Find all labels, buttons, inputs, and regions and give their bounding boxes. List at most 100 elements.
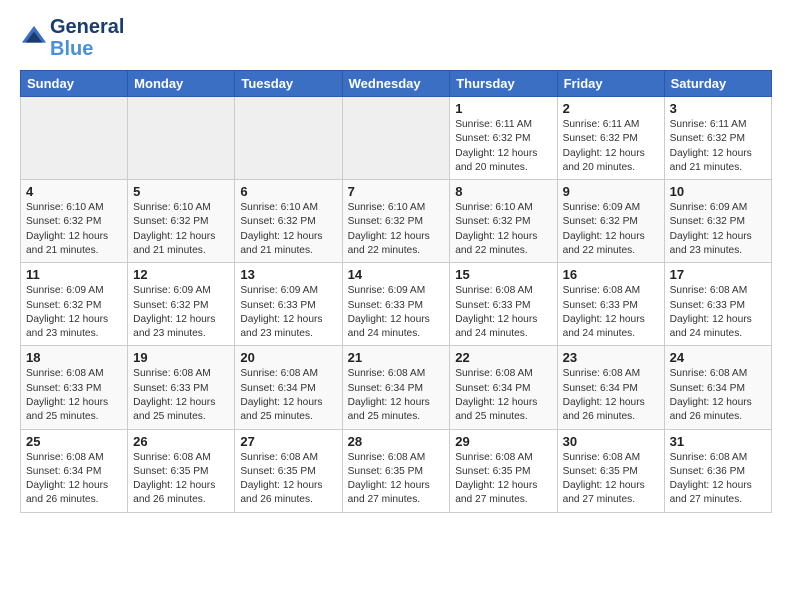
calendar-cell [128,97,235,180]
cell-details: Sunrise: 6:08 AM Sunset: 6:34 PM Dayligh… [563,367,659,424]
cell-details: Sunrise: 6:09 AM Sunset: 6:32 PM Dayligh… [133,284,229,341]
cell-details: Sunrise: 6:08 AM Sunset: 6:33 PM Dayligh… [133,367,229,424]
cell-details: Sunrise: 6:08 AM Sunset: 6:34 PM Dayligh… [670,367,766,424]
calendar-week-row: 18 Sunrise: 6:08 AM Sunset: 6:33 PM Dayli… [21,346,772,429]
day-number: 7 [348,184,445,199]
calendar-cell: 23Sunrise: 6:08 AM Sunset: 6:34 PM Dayli… [557,346,664,429]
day-number: 25 [26,434,122,449]
day-number: 17 [670,267,766,282]
cell-details: Sunrise: 6:09 AM Sunset: 6:32 PM Dayligh… [670,201,766,258]
calendar-cell: 19 Sunrise: 6:08 AM Sunset: 6:33 PM Dayli… [128,346,235,429]
calendar-cell: 4 Sunrise: 6:10 AM Sunset: 6:32 PM Daylig… [21,180,128,263]
day-number: 13 [240,267,336,282]
day-number: 30 [563,434,659,449]
calendar-cell: 31 Sunrise: 6:08 AM Sunset: 6:36 PM Dayli… [664,429,771,512]
calendar-cell: 1 Sunrise: 6:11 AM Sunset: 6:32 PM Daylig… [450,97,557,180]
day-number: 11 [26,267,122,282]
cell-details: Sunrise: 6:11 AM Sunset: 6:32 PM Dayligh… [670,118,766,175]
calendar-cell: 14 Sunrise: 6:09 AM Sunset: 6:33 PM Dayli… [342,263,450,346]
day-number: 9 [563,184,659,199]
day-number: 14 [348,267,445,282]
calendar-header-row: SundayMondayTuesdayWednesdayThursdayFrid… [21,71,772,97]
calendar-week-row: 11 Sunrise: 6:09 AM Sunset: 6:32 PM Dayli… [21,263,772,346]
cell-details: Sunrise: 6:08 AM Sunset: 6:35 PM Dayligh… [133,451,229,508]
cell-details: Sunrise: 6:08 AM Sunset: 6:33 PM Dayligh… [670,284,766,341]
day-number: 29 [455,434,551,449]
day-number: 16 [563,267,659,282]
calendar-cell: 20Sunrise: 6:08 AM Sunset: 6:34 PM Dayli… [235,346,342,429]
day-header: Thursday [450,71,557,97]
day-number: 10 [670,184,766,199]
day-number: 27 [240,434,336,449]
cell-details: Sunrise: 6:09 AM Sunset: 6:33 PM Dayligh… [240,284,336,341]
cell-details: Sunrise: 6:08 AM Sunset: 6:36 PM Dayligh… [670,451,766,508]
cell-details: Sunrise: 6:08 AM Sunset: 6:35 PM Dayligh… [348,451,445,508]
calendar-cell: 28 Sunrise: 6:08 AM Sunset: 6:35 PM Dayli… [342,429,450,512]
calendar-cell: 22 Sunrise: 6:08 AM Sunset: 6:34 PM Dayli… [450,346,557,429]
day-number: 6 [240,184,336,199]
day-number: 26 [133,434,229,449]
day-header: Wednesday [342,71,450,97]
cell-details: Sunrise: 6:08 AM Sunset: 6:33 PM Dayligh… [26,367,122,424]
page-container: General Blue SundayMondayTuesdayWednesda… [0,0,792,523]
day-number: 4 [26,184,122,199]
calendar-week-row: 1 Sunrise: 6:11 AM Sunset: 6:32 PM Daylig… [21,97,772,180]
calendar-cell: 26 Sunrise: 6:08 AM Sunset: 6:35 PM Dayli… [128,429,235,512]
logo: General Blue [20,16,124,60]
day-header: Sunday [21,71,128,97]
day-number: 19 [133,350,229,365]
cell-details: Sunrise: 6:09 AM Sunset: 6:33 PM Dayligh… [348,284,445,341]
day-number: 12 [133,267,229,282]
cell-details: Sunrise: 6:10 AM Sunset: 6:32 PM Dayligh… [26,201,122,258]
calendar-cell: 9Sunrise: 6:09 AM Sunset: 6:32 PM Daylig… [557,180,664,263]
cell-details: Sunrise: 6:11 AM Sunset: 6:32 PM Dayligh… [455,118,551,175]
calendar-cell: 13 Sunrise: 6:09 AM Sunset: 6:33 PM Dayli… [235,263,342,346]
calendar-cell [21,97,128,180]
calendar-cell: 16 Sunrise: 6:08 AM Sunset: 6:33 PM Dayli… [557,263,664,346]
day-number: 8 [455,184,551,199]
logo-text: General Blue [50,16,124,60]
day-number: 22 [455,350,551,365]
day-number: 1 [455,101,551,116]
calendar-cell: 30 Sunrise: 6:08 AM Sunset: 6:35 PM Dayli… [557,429,664,512]
day-header: Friday [557,71,664,97]
calendar-week-row: 4 Sunrise: 6:10 AM Sunset: 6:32 PM Daylig… [21,180,772,263]
calendar-cell: 7 Sunrise: 6:10 AM Sunset: 6:32 PM Daylig… [342,180,450,263]
day-header: Tuesday [235,71,342,97]
calendar-cell: 24Sunrise: 6:08 AM Sunset: 6:34 PM Dayli… [664,346,771,429]
calendar-week-row: 25 Sunrise: 6:08 AM Sunset: 6:34 PM Dayli… [21,429,772,512]
cell-details: Sunrise: 6:08 AM Sunset: 6:34 PM Dayligh… [348,367,445,424]
page-header: General Blue [20,16,772,60]
calendar-cell: 27 Sunrise: 6:08 AM Sunset: 6:35 PM Dayli… [235,429,342,512]
cell-details: Sunrise: 6:10 AM Sunset: 6:32 PM Dayligh… [133,201,229,258]
day-number: 21 [348,350,445,365]
day-number: 28 [348,434,445,449]
cell-details: Sunrise: 6:08 AM Sunset: 6:35 PM Dayligh… [455,451,551,508]
calendar-cell [235,97,342,180]
day-number: 31 [670,434,766,449]
cell-details: Sunrise: 6:08 AM Sunset: 6:33 PM Dayligh… [563,284,659,341]
calendar-cell: 17 Sunrise: 6:08 AM Sunset: 6:33 PM Dayli… [664,263,771,346]
calendar-cell: 29 Sunrise: 6:08 AM Sunset: 6:35 PM Dayli… [450,429,557,512]
calendar-cell: 10 Sunrise: 6:09 AM Sunset: 6:32 PM Dayli… [664,180,771,263]
calendar-cell: 2Sunrise: 6:11 AM Sunset: 6:32 PM Daylig… [557,97,664,180]
cell-details: Sunrise: 6:10 AM Sunset: 6:32 PM Dayligh… [348,201,445,258]
logo-icon [20,24,48,52]
cell-details: Sunrise: 6:08 AM Sunset: 6:34 PM Dayligh… [455,367,551,424]
day-number: 2 [563,101,659,116]
calendar-cell: 5Sunrise: 6:10 AM Sunset: 6:32 PM Daylig… [128,180,235,263]
calendar-cell: 8Sunrise: 6:10 AM Sunset: 6:32 PM Daylig… [450,180,557,263]
cell-details: Sunrise: 6:08 AM Sunset: 6:35 PM Dayligh… [563,451,659,508]
calendar-cell: 12 Sunrise: 6:09 AM Sunset: 6:32 PM Dayli… [128,263,235,346]
calendar-cell: 11Sunrise: 6:09 AM Sunset: 6:32 PM Dayli… [21,263,128,346]
calendar-cell: 6Sunrise: 6:10 AM Sunset: 6:32 PM Daylig… [235,180,342,263]
cell-details: Sunrise: 6:08 AM Sunset: 6:34 PM Dayligh… [26,451,122,508]
day-number: 20 [240,350,336,365]
day-number: 18 [26,350,122,365]
calendar-cell: 25 Sunrise: 6:08 AM Sunset: 6:34 PM Dayli… [21,429,128,512]
calendar-table: SundayMondayTuesdayWednesdayThursdayFrid… [20,70,772,513]
calendar-cell: 3Sunrise: 6:11 AM Sunset: 6:32 PM Daylig… [664,97,771,180]
cell-details: Sunrise: 6:08 AM Sunset: 6:33 PM Dayligh… [455,284,551,341]
calendar-cell [342,97,450,180]
cell-details: Sunrise: 6:08 AM Sunset: 6:35 PM Dayligh… [240,451,336,508]
